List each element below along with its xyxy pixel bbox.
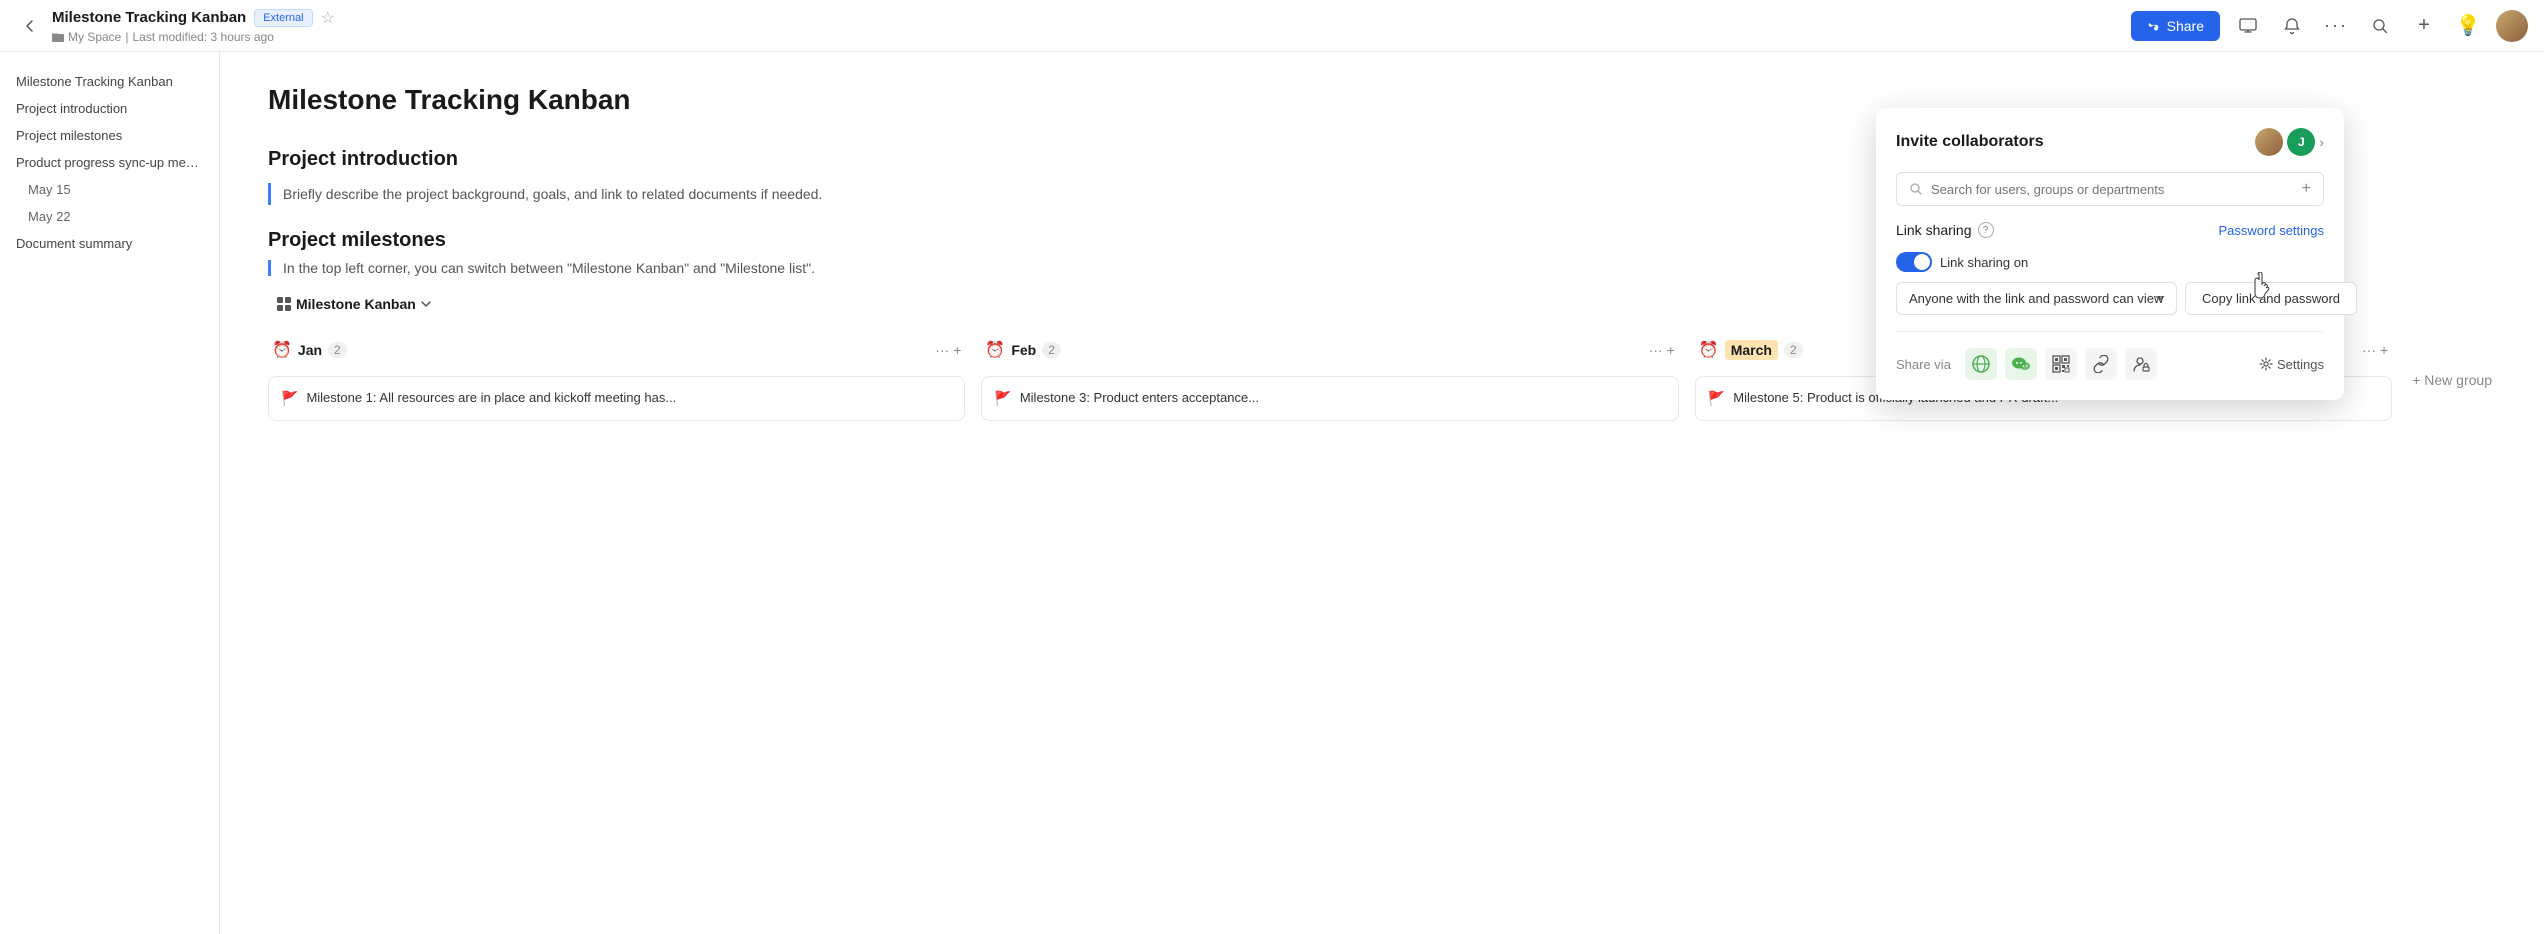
present-icon[interactable] [2232, 10, 2264, 42]
sidebar-item-intro[interactable]: Project introduction [0, 95, 219, 122]
layout: Milestone Tracking Kanban Project introd… [0, 52, 2544, 934]
toggle-label: Link sharing on [1940, 255, 2028, 270]
flag-icon: 🚩 [1708, 390, 1725, 407]
settings-icon [2259, 357, 2273, 371]
top-nav: Milestone Tracking Kanban External ☆ My … [0, 0, 2544, 52]
flag-icon: 🚩 [994, 390, 1011, 407]
main-content: Milestone Tracking Kanban Project introd… [220, 52, 2544, 934]
col-count-march: 2 [1784, 342, 1803, 358]
tip-icon[interactable]: 💡 [2452, 10, 2484, 42]
copy-link-button[interactable]: Copy link and password [2185, 282, 2357, 315]
toggle-row: Link sharing on [1896, 252, 2324, 272]
more-icon[interactable]: ··· [2320, 10, 2352, 42]
col-actions-march[interactable]: ··· + [2362, 342, 2388, 358]
last-modified: Last modified: 3 hours ago [132, 30, 273, 44]
alarm-icon-feb: ⏰ [985, 340, 1005, 360]
col-title-march: March [1725, 340, 1778, 360]
breadcrumb: My Space | Last modified: 3 hours ago [52, 30, 335, 44]
kanban-card-jan-1[interactable]: 🚩 Milestone 1: All resources are in plac… [268, 376, 965, 420]
share-via-link-icon[interactable] [2085, 348, 2117, 380]
sidebar-item-summary[interactable]: Document summary [0, 230, 219, 257]
search-input[interactable] [1931, 182, 2294, 197]
sidebar-item-milestones[interactable]: Project milestones [0, 122, 219, 149]
link-sharing-label: Link sharing [1896, 222, 1972, 238]
share-popup: Invite collaborators J › + Link sh [1876, 108, 2344, 400]
col-add-march[interactable]: + [2380, 342, 2388, 358]
share-via-wechat-icon[interactable] [2005, 348, 2037, 380]
col-actions-feb[interactable]: ··· + [1649, 342, 1675, 358]
share-via-browser-icon[interactable] [1965, 348, 1997, 380]
share-via-qr-icon[interactable] [2045, 348, 2077, 380]
link-sharing-row: Link sharing ? Password settings [1896, 222, 2324, 238]
search-icon[interactable] [2364, 10, 2396, 42]
col-more-jan[interactable]: ··· [935, 342, 949, 358]
flag-icon: 🚩 [281, 390, 298, 407]
kanban-card-feb-1[interactable]: 🚩 Milestone 3: Product enters acceptance… [981, 376, 1678, 420]
popup-title: Invite collaborators [1896, 133, 2044, 151]
search-row: + [1896, 172, 2324, 206]
sidebar-item-sync[interactable]: Product progress sync-up meeting [0, 149, 219, 176]
col-count-feb: 2 [1042, 342, 1061, 358]
share-button[interactable]: Share [2131, 11, 2220, 41]
folder-icon [52, 31, 64, 43]
sidebar: Milestone Tracking Kanban Project introd… [0, 52, 220, 934]
alarm-icon-jan: ⏰ [272, 340, 292, 360]
col-actions-jan[interactable]: ··· + [935, 342, 961, 358]
bell-icon[interactable] [2276, 10, 2308, 42]
kanban-col-feb: ⏰ Feb 2 ··· + 🚩 Milestone 3: Product ent… [981, 332, 1678, 428]
external-badge: External [254, 9, 312, 27]
card-text-jan-1: Milestone 1: All resources are in place … [306, 389, 676, 407]
back-button[interactable] [16, 12, 44, 40]
collab-avatar-2[interactable]: J [2287, 128, 2315, 156]
share-via-label: Share via [1896, 357, 1951, 372]
col-add-feb[interactable]: + [1667, 342, 1675, 358]
col-title-jan: Jan [298, 342, 322, 358]
new-group-label: + New group [2412, 372, 2492, 388]
col-more-march[interactable]: ··· [2362, 342, 2376, 358]
col-more-feb[interactable]: ··· [1649, 342, 1663, 358]
kanban-switch-button[interactable]: Milestone Kanban [268, 292, 440, 316]
share-icon [2147, 19, 2161, 33]
col-header-feb: ⏰ Feb 2 ··· + [981, 332, 1678, 368]
breadcrumb-space: My Space [68, 30, 121, 44]
share-via-private-icon[interactable] [2125, 348, 2157, 380]
kanban-grid-icon [276, 296, 292, 312]
chevron-down-icon [420, 298, 432, 310]
kanban-switch-label: Milestone Kanban [296, 296, 416, 312]
share-via-row: Share via [1896, 331, 2324, 380]
password-settings-link[interactable]: Password settings [2219, 223, 2325, 238]
star-icon[interactable]: ☆ [321, 8, 335, 28]
share-via-icons [1965, 348, 2157, 380]
help-icon[interactable]: ? [1978, 222, 1994, 238]
nav-right: Share ··· + 💡 [2131, 10, 2528, 42]
toggle-knob [1914, 254, 1930, 270]
share-button-label: Share [2167, 18, 2204, 34]
link-sharing-toggle[interactable] [1896, 252, 1932, 272]
popup-avatar-arrow[interactable]: › [2319, 134, 2324, 150]
avatar[interactable] [2496, 10, 2528, 42]
settings-link[interactable]: Settings [2259, 357, 2324, 372]
col-add-jan[interactable]: + [953, 342, 961, 358]
kanban-col-jan: ⏰ Jan 2 ··· + 🚩 Milestone 1: All resourc… [268, 332, 965, 428]
col-title-feb: Feb [1011, 342, 1036, 358]
alarm-icon-march: ⏰ [1699, 340, 1719, 360]
popup-header: Invite collaborators J › [1896, 128, 2324, 156]
sidebar-item-may15[interactable]: May 15 [0, 176, 219, 203]
col-header-jan: ⏰ Jan 2 ··· + [268, 332, 965, 368]
sidebar-item-kanban[interactable]: Milestone Tracking Kanban [0, 68, 219, 95]
add-icon[interactable]: + [2408, 10, 2440, 42]
permission-row: Anyone with the link and password can vi… [1896, 282, 2324, 315]
permission-select[interactable]: Anyone with the link and password can vi… [1896, 282, 2177, 315]
collab-avatar-1[interactable] [2255, 128, 2283, 156]
col-count-jan: 2 [328, 342, 347, 358]
settings-label: Settings [2277, 357, 2324, 372]
new-group-button[interactable]: + New group [2408, 332, 2496, 428]
doc-title: Milestone Tracking Kanban [52, 9, 246, 26]
search-icon-popup [1909, 182, 1923, 196]
sidebar-item-may22[interactable]: May 22 [0, 203, 219, 230]
card-text-feb-1: Milestone 3: Product enters acceptance..… [1020, 389, 1259, 407]
popup-avatars: J › [2255, 128, 2324, 156]
search-plus-icon[interactable]: + [2302, 180, 2311, 198]
nav-left: Milestone Tracking Kanban External ☆ My … [16, 8, 335, 44]
